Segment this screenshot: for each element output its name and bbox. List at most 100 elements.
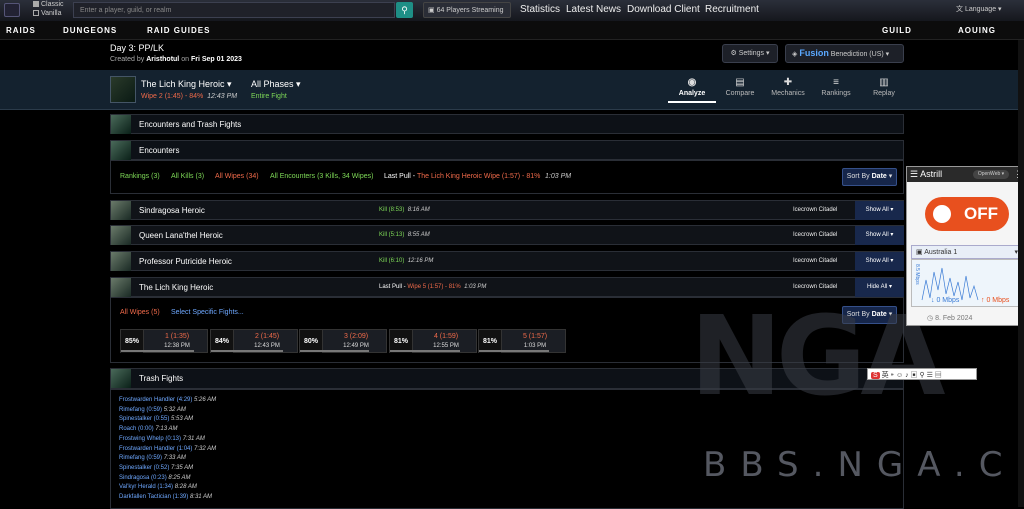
astrill-widget: ☰ Astrill OpenWeb ▾ ⋮ OFF ▣ Australia 1▾…	[906, 166, 1024, 326]
site-logo[interactable]	[4, 3, 20, 17]
language-selector[interactable]: 文 Language ▾	[956, 4, 1002, 14]
nav-user[interactable]: AOUING	[958, 26, 996, 35]
encounters-header[interactable]: Encounters	[110, 140, 904, 160]
streaming-button[interactable]: ▣ 64 Players Streaming	[423, 2, 511, 18]
fight-button[interactable]: 81% 4 (1:59) 12:55 PM	[389, 329, 477, 353]
replay-icon: ▥	[879, 77, 889, 88]
boss-portrait	[110, 76, 136, 103]
all-kills-link[interactable]: All Kills (3)	[171, 173, 204, 180]
puzzle-icon: ✚	[783, 77, 793, 88]
phase-selector[interactable]: All Phases ▾	[251, 79, 301, 90]
astrill-date: ◷ 8. Feb 2024	[927, 315, 973, 322]
last-pull-time: 1:03 PM	[545, 173, 572, 180]
trash-fight-link[interactable]: Frostwarden Handler (1:04) 7:32 AM	[119, 446, 216, 452]
ime-toolbar[interactable]: S 英 ⁍ ☺ ♪ ▣ ⚲ ☰ ▤	[867, 368, 977, 380]
report-created: Created by Aristhotul on Fri Sep 01 2023	[110, 56, 242, 63]
last-pull-label: Last Pull -	[384, 173, 416, 180]
fight-progress	[300, 350, 369, 352]
trash-fight-link[interactable]: Spinestalker (0:52) 7:35 AM	[119, 465, 193, 471]
settings-button[interactable]: ⚙ Settings ▾	[722, 44, 778, 63]
upload-speed: ↑ 0 Mbps	[981, 297, 1010, 304]
openweb-selector[interactable]: OpenWeb ▾	[973, 170, 1009, 179]
nav-raid-guides[interactable]: RAID GUIDES	[147, 26, 210, 35]
fight-summary: Wipe 2 (1:45) - 84% 12:43 PM	[141, 93, 238, 100]
tab-analyze[interactable]: ◉ Analyze	[668, 77, 716, 103]
nav-dungeons[interactable]: DUNGEONS	[63, 26, 117, 35]
report-author[interactable]: Aristhotul	[146, 56, 179, 63]
boss-icon	[111, 201, 131, 220]
show-all-button[interactable]: Show All ▾	[855, 252, 904, 271]
trash-fight-link[interactable]: Roach (0:00) 7:13 AM	[119, 426, 177, 432]
trash-icon	[111, 369, 131, 388]
entire-fight-label: Entire Fight	[251, 93, 287, 100]
fight-progress	[211, 350, 284, 352]
page-scrollbar[interactable]	[1018, 40, 1024, 507]
search-icon[interactable]: ⚲	[396, 2, 413, 18]
vpn-toggle[interactable]: OFF	[925, 197, 1009, 231]
rankings-icon: ≡	[833, 77, 839, 88]
trash-fight-link[interactable]: Frostwarden Handler (4:29) 5:26 AM	[119, 397, 216, 403]
report-title: Day 3: PP/LK	[110, 43, 165, 53]
boss-icon	[111, 252, 131, 271]
top-bar: Classic Vanilla Enter a player, guild, o…	[0, 0, 1024, 21]
boss-icon	[111, 226, 131, 245]
recruitment-link[interactable]: Recruitment	[705, 4, 759, 15]
tab-compare[interactable]: ▤ Compare	[716, 77, 764, 103]
twitch-icon: ▣	[428, 7, 437, 14]
nav-raids[interactable]: RAIDS	[6, 26, 36, 35]
gear-icon: ⚙	[730, 50, 739, 57]
tab-rankings[interactable]: ≡ Rankings	[812, 77, 860, 103]
download-speed: ↓ 0 Mbps	[931, 297, 960, 304]
classic-radio[interactable]: Classic	[33, 1, 64, 8]
trash-fight-link[interactable]: Sindragosa (0:23) 8:25 AM	[119, 475, 191, 481]
show-all-button[interactable]: Show All ▾	[855, 201, 904, 220]
fight-progress	[121, 350, 195, 352]
select-fights-link[interactable]: Select Specific Fights...	[171, 309, 244, 316]
fight-button[interactable]: 84% 2 (1:45) 12:43 PM	[210, 329, 298, 353]
translate-icon: 文	[956, 6, 963, 13]
fight-button[interactable]: 85% 1 (1:35) 12:38 PM	[120, 329, 208, 353]
sogou-icon: S	[871, 372, 880, 379]
tab-replay[interactable]: ▥ Replay	[860, 77, 908, 103]
trash-fight-link[interactable]: Darkfallen Tactician (1:39) 8:31 AM	[119, 494, 212, 500]
trash-fight-link[interactable]: Frostwing Whelp (0:13) 7:31 AM	[119, 436, 205, 442]
trash-fight-link[interactable]: Rimefang (0:59) 7:33 AM	[119, 455, 186, 461]
latest-news-link[interactable]: Latest News	[566, 4, 621, 15]
eye-icon: ◉	[687, 77, 697, 88]
realm-selector[interactable]: ◈ Fusion Benediction (US) ▾	[785, 44, 904, 63]
trash-fight-link[interactable]: Val'kyr Herald (1:34) 8:28 AM	[119, 484, 197, 490]
encounter-row[interactable]: Queen Lana'thel Heroic Kill (5:13) 8:55 …	[110, 225, 904, 245]
last-pull-link[interactable]: The Lich King Heroic Wipe (1:57) - 81%	[417, 173, 540, 180]
nav-guild[interactable]: GUILD	[882, 26, 912, 35]
watermark-site: BBS.NGA.CN	[703, 445, 1024, 485]
sort-by-button[interactable]: Sort By Date ▾	[842, 168, 897, 186]
all-wipes-link[interactable]: All Wipes (34)	[215, 173, 259, 180]
fight-button[interactable]: 80% 3 (2:09) 12:49 PM	[299, 329, 387, 353]
tab-mechanics[interactable]: ✚ Mechanics	[764, 77, 812, 103]
rankings-link[interactable]: Rankings (3)	[120, 173, 160, 180]
flag-icon: ▣	[916, 249, 925, 256]
fight-progress	[390, 350, 460, 352]
statistics-link[interactable]: Statistics	[520, 4, 560, 15]
encounter-row[interactable]: Professor Putricide Heroic Kill (6:10) 1…	[110, 251, 904, 271]
encounter-row[interactable]: Sindragosa Heroic Kill (8:53) 8:16 AM Ic…	[110, 200, 904, 220]
boss-selector[interactable]: The Lich King Heroic ▾	[141, 79, 232, 90]
trash-fight-link[interactable]: Rimefang (0:59) 5:32 AM	[119, 407, 186, 413]
encounters-trash-header[interactable]: Encounters and Trash Fights	[110, 114, 904, 134]
show-all-button[interactable]: Show All ▾	[855, 226, 904, 245]
main-nav: RAIDS DUNGEONS RAID GUIDES GUILD AOUING	[0, 21, 1024, 40]
server-selector[interactable]: ▣ Australia 1 ▾	[911, 245, 1023, 259]
zone-icon	[111, 115, 131, 134]
fight-progress	[479, 350, 549, 352]
download-client-link[interactable]: Download Client	[627, 4, 700, 15]
search-input[interactable]: Enter a player, guild, or realm	[73, 2, 395, 18]
lk-all-wipes-link[interactable]: All Wipes (5)	[120, 309, 160, 316]
zone-icon	[111, 141, 131, 160]
menu-icon[interactable]: ☰	[910, 169, 918, 179]
all-encounters-link[interactable]: All Encounters (3 Kills, 34 Wipes)	[270, 173, 373, 180]
trash-fight-link[interactable]: Spinestalker (0:55) 5:53 AM	[119, 416, 193, 422]
vanilla-radio[interactable]: Vanilla	[33, 10, 62, 17]
compare-icon: ▤	[735, 77, 745, 88]
clock-icon: ◷	[927, 315, 936, 322]
fight-button[interactable]: 81% 5 (1:57) 1:03 PM	[478, 329, 566, 353]
